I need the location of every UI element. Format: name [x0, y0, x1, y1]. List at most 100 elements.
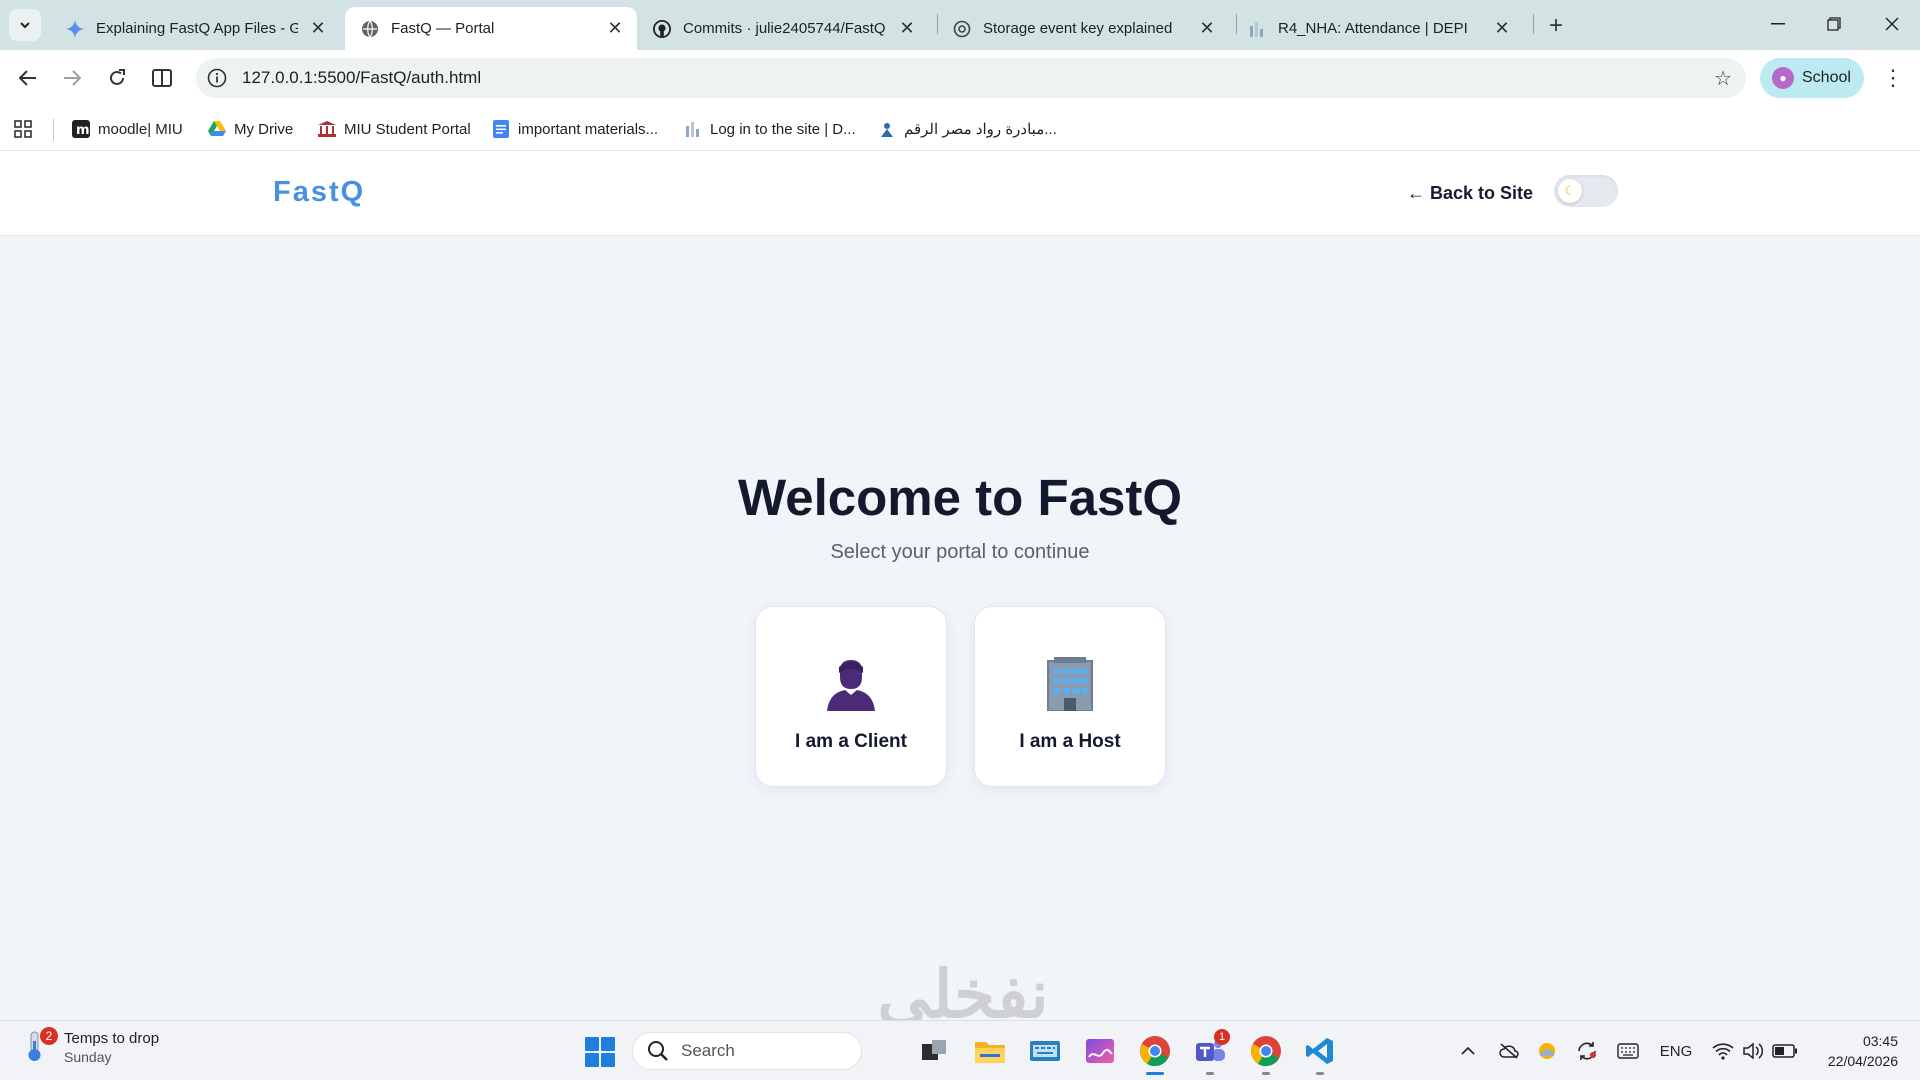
bookmark-digital-egypt[interactable]: مبادرة رواد مصر الرقم... [878, 118, 1057, 140]
new-tab-button[interactable]: + [1542, 12, 1570, 40]
restore-button[interactable] [1806, 0, 1862, 48]
touch-keyboard-tray[interactable] [1614, 1039, 1642, 1063]
moodle-icon: m [72, 120, 90, 138]
avatar: ● [1772, 67, 1794, 89]
chrome-icon [1251, 1036, 1281, 1067]
host-portal-card[interactable]: I am a Host [974, 606, 1166, 787]
weather-widget[interactable]: 2 Temps to drop Sunday [22, 1027, 159, 1065]
site-logo[interactable]: FastQ [273, 176, 365, 209]
bookmark-important-materials[interactable]: important materials... [492, 118, 658, 140]
tab-search-button[interactable] [9, 9, 41, 41]
browser-menu-button[interactable]: ⋮ [1878, 62, 1908, 94]
theme-toggle[interactable]: ☾ [1554, 175, 1618, 207]
moodle-chart-icon [1248, 20, 1266, 38]
weather-tray[interactable] [1534, 1039, 1560, 1063]
bookmark-star-icon[interactable]: ☆ [1714, 66, 1732, 91]
close-tab-icon[interactable]: ✕ [897, 18, 917, 39]
bookmark-label: مبادرة رواد مصر الرقم... [904, 121, 1057, 138]
close-window-button[interactable] [1864, 0, 1920, 48]
start-button[interactable] [585, 1037, 615, 1067]
task-view-app[interactable] [916, 1033, 952, 1069]
folder-icon [975, 1042, 1005, 1063]
bookmark-moodle[interactable]: m moodle| MIU [72, 118, 183, 140]
system-clock[interactable]: 03:45 22/04/2026 [1814, 1031, 1898, 1071]
split-view-icon [152, 69, 172, 87]
photos-app[interactable] [1082, 1033, 1118, 1069]
url-text[interactable]: 127.0.0.1:5500/FastQ/auth.html [242, 68, 481, 88]
keyboard-app[interactable] [1027, 1033, 1063, 1069]
page-subtitle: Select your portal to continue [830, 541, 1090, 563]
weather-badge: 2 [40, 1027, 58, 1045]
close-tab-icon[interactable]: ✕ [605, 18, 625, 39]
host-portal-label: I am a Host [1019, 731, 1121, 752]
globe-icon [361, 20, 379, 38]
vscode-app[interactable] [1302, 1033, 1338, 1075]
network-status[interactable] [1710, 1039, 1736, 1063]
tab-title: Commits · julie2405744/FastQ [683, 20, 886, 37]
input-language[interactable]: ENG [1656, 1039, 1696, 1063]
tab-fastq-portal[interactable]: FastQ — Portal ✕ [345, 7, 637, 50]
close-tab-icon[interactable]: ✕ [1492, 18, 1512, 39]
back-to-site-link[interactable]: ← Back to Site [1407, 183, 1533, 204]
svg-text:m: m [76, 123, 90, 138]
tab-title: R4_NHA: Attendance | DEPI [1278, 20, 1468, 37]
bookmark-label: MIU Student Portal [344, 120, 471, 138]
weather-day: Sunday [64, 1048, 112, 1065]
chevron-down-icon [20, 22, 30, 29]
show-hidden-icons-button[interactable] [1456, 1039, 1480, 1063]
chrome-app-active[interactable] [1137, 1033, 1173, 1075]
bookmark-label: important materials... [518, 120, 659, 138]
close-tab-icon[interactable]: ✕ [1197, 18, 1217, 39]
tab-chatgpt[interactable]: Storage event key explained ✕ [937, 7, 1229, 50]
teams-app[interactable]: 1 [1192, 1029, 1230, 1075]
taskbar-search[interactable]: Search [632, 1032, 862, 1070]
chrome-profile-app[interactable] [1248, 1033, 1284, 1075]
reload-button[interactable] [99, 60, 135, 96]
initiative-logo-icon [878, 120, 896, 138]
site-info-icon[interactable] [206, 67, 228, 89]
tab-github-commits[interactable]: Commits · julie2405744/FastQ ✕ [637, 7, 929, 50]
wifi-icon [1712, 1043, 1734, 1060]
office-building-icon [1041, 653, 1099, 711]
client-portal-label: I am a Client [795, 731, 907, 752]
running-indicator [1262, 1072, 1270, 1075]
profile-button[interactable]: ● School [1760, 58, 1864, 98]
clock-date: 22/04/2026 [1827, 1053, 1898, 1069]
battery-status[interactable] [1770, 1039, 1800, 1063]
tab-title: FastQ — Portal [391, 20, 495, 37]
file-explorer-app[interactable] [972, 1033, 1008, 1069]
bookmark-separator [53, 119, 54, 141]
chevron-up-icon [1461, 1046, 1475, 1055]
arrow-left-icon [19, 70, 36, 86]
minimize-button[interactable] [1750, 0, 1806, 48]
apps-button[interactable] [14, 118, 32, 140]
bookmark-login-site[interactable]: Log in to the site | D... [684, 118, 856, 140]
task-view-icon [922, 1040, 946, 1060]
onedrive-status[interactable] [1496, 1039, 1522, 1063]
sync-tray[interactable] [1574, 1039, 1600, 1063]
chrome-icon [1140, 1036, 1170, 1067]
back-button[interactable] [10, 60, 46, 96]
gradient-app-icon [1086, 1039, 1114, 1063]
client-portal-card[interactable]: I am a Client [755, 606, 947, 787]
tab-depi-attendance[interactable]: R4_NHA: Attendance | DEPI ✕ [1232, 7, 1524, 50]
tab-title: Explaining FastQ App Files - Go [96, 20, 298, 37]
volume-control[interactable] [1740, 1039, 1766, 1063]
restore-icon [1827, 17, 1841, 31]
bookmark-miu-portal[interactable]: MIU Student Portal [318, 118, 471, 140]
bookmark-my-drive[interactable]: My Drive [208, 118, 293, 140]
gemini-sparkle-icon [66, 19, 84, 38]
tab-gemini[interactable]: Explaining FastQ App Files - Go ✕ [50, 7, 340, 50]
page-title: Welcome to FastQ [738, 469, 1182, 526]
forward-button[interactable] [54, 60, 90, 96]
browser-toolbar: 127.0.0.1:5500/FastQ/auth.html ☆ ● Schoo… [0, 50, 1920, 107]
clock-time: 03:45 [1862, 1033, 1898, 1049]
address-bar[interactable]: 127.0.0.1:5500/FastQ/auth.html ☆ [196, 58, 1746, 98]
vscode-icon [1306, 1038, 1333, 1064]
google-docs-icon [492, 120, 510, 138]
close-tab-icon[interactable]: ✕ [308, 18, 328, 39]
chatgpt-icon [953, 20, 971, 38]
apps-grid-icon [14, 120, 32, 138]
split-view-button[interactable] [144, 60, 180, 96]
thermometer-icon: 2 [22, 1027, 58, 1065]
